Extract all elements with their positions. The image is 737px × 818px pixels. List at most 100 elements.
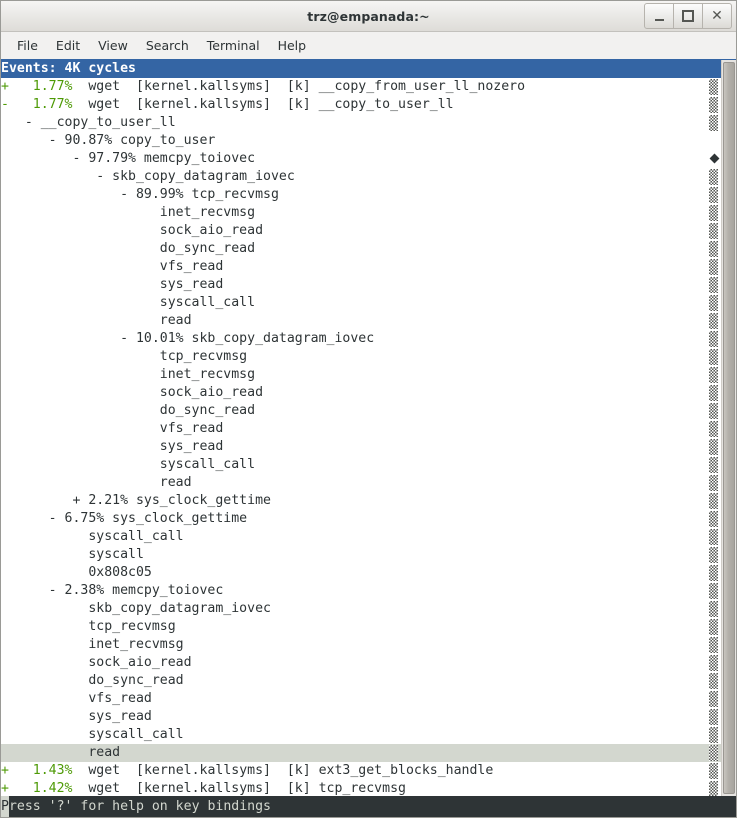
overflow-dither-icon <box>709 583 718 599</box>
window-title: trz@empanada:~ <box>307 8 430 24</box>
terminal-row[interactable]: do_sync_read <box>1 240 707 258</box>
overflow-cell <box>707 528 721 546</box>
overflow-dither-icon <box>709 529 718 545</box>
terminal-row[interactable]: inet_recvmsg <box>1 636 707 654</box>
terminal-row[interactable]: syscall_call <box>1 294 707 312</box>
symbol-text: syscall_call <box>1 727 184 742</box>
terminal-row[interactable]: - 6.75% sys_clock_gettime <box>1 510 707 528</box>
menu-item-terminal[interactable]: Terminal <box>198 35 269 56</box>
terminal-row[interactable]: skb_copy_datagram_iovec <box>1 600 707 618</box>
menu-item-edit[interactable]: Edit <box>47 35 89 56</box>
terminal-row[interactable]: - 89.99% tcp_recvmsg <box>1 186 707 204</box>
expand-marker[interactable]: + <box>1 79 9 94</box>
terminal-row[interactable]: sock_aio_read <box>1 384 707 402</box>
terminal-row[interactable]: vfs_read <box>1 420 707 438</box>
terminal-screen[interactable]: Events: 4K cycles + 1.77% wget [kernel.ka… <box>1 60 707 796</box>
overflow-cell <box>707 312 721 330</box>
terminal-row[interactable]: + 1.42% wget [kernel.kallsyms] [k] tcp_r… <box>1 780 707 796</box>
overflow-cell <box>707 168 721 186</box>
overhead-percent: 1.77% <box>8 97 73 112</box>
symbol-text: sock_aio_read <box>1 385 264 400</box>
terminal-row[interactable]: inet_recvmsg <box>1 366 707 384</box>
overflow-cell <box>707 114 721 132</box>
symbol-text: inet_recvmsg <box>1 205 256 220</box>
terminal-row[interactable]: tcp_recvmsg <box>1 348 707 366</box>
terminal-row[interactable]: - 97.79% memcpy_toiovec <box>1 150 707 168</box>
terminal-row-selected[interactable]: read <box>1 744 707 762</box>
overflow-cell <box>707 672 721 690</box>
overflow-dither-icon <box>709 439 718 455</box>
terminal-row[interactable]: - 10.01% skb_copy_datagram_iovec <box>1 330 707 348</box>
symbol-text: inet_recvmsg <box>1 367 256 382</box>
menu-item-search[interactable]: Search <box>137 35 198 56</box>
terminal-row[interactable]: - 90.87% copy_to_user <box>1 132 707 150</box>
overflow-dither-icon <box>709 349 718 365</box>
minimize-button[interactable] <box>644 3 674 29</box>
terminal-row[interactable]: 0x808c05 <box>1 564 707 582</box>
overflow-cell <box>707 690 721 708</box>
terminal-scrollbar[interactable] <box>721 60 736 796</box>
terminal-row[interactable]: sys_read <box>1 708 707 726</box>
terminal-row[interactable]: - 2.38% memcpy_toiovec <box>1 582 707 600</box>
overflow-cell <box>707 204 721 222</box>
title-bar[interactable]: trz@empanada:~ ✕ <box>1 1 736 32</box>
close-button[interactable]: ✕ <box>702 3 732 29</box>
terminal-row[interactable]: do_sync_read <box>1 402 707 420</box>
menu-item-help[interactable]: Help <box>269 35 316 56</box>
terminal-row[interactable]: syscall_call <box>1 528 707 546</box>
expand-marker[interactable]: + <box>1 763 9 778</box>
terminal-row[interactable]: sys_read <box>1 438 707 456</box>
close-icon: ✕ <box>711 8 723 24</box>
symbol-text: syscall <box>1 547 144 562</box>
terminal-row[interactable]: syscall <box>1 546 707 564</box>
terminal-row[interactable]: inet_recvmsg <box>1 204 707 222</box>
menu-item-file[interactable]: File <box>8 35 47 56</box>
terminal-row[interactable]: + 2.21% sys_clock_gettime <box>1 492 707 510</box>
overflow-cell <box>707 96 721 114</box>
terminal-row[interactable]: sys_read <box>1 276 707 294</box>
overflow-dither-icon <box>709 457 718 473</box>
symbol-text: wget [kernel.kallsyms] [k] __copy_to_use… <box>72 97 454 112</box>
overflow-cell <box>707 780 721 796</box>
terminal-row[interactable]: vfs_read <box>1 258 707 276</box>
overflow-dither-icon <box>709 691 718 707</box>
terminal-row[interactable]: + 1.43% wget [kernel.kallsyms] [k] ext3_… <box>1 762 707 780</box>
terminal-row[interactable]: do_sync_read <box>1 672 707 690</box>
terminal-row[interactable]: sock_aio_read <box>1 654 707 672</box>
terminal-row[interactable]: read <box>1 474 707 492</box>
overflow-dither-icon <box>709 709 718 725</box>
overflow-dither-icon <box>709 619 718 635</box>
terminal-row[interactable]: sock_aio_read <box>1 222 707 240</box>
overflow-cell <box>707 366 721 384</box>
terminal-row[interactable]: + 1.77% wget [kernel.kallsyms] [k] __cop… <box>1 78 707 96</box>
overflow-dither-icon <box>709 547 718 563</box>
terminal-row[interactable]: - 1.77% wget [kernel.kallsyms] [k] __cop… <box>1 96 707 114</box>
terminal-row[interactable]: syscall_call <box>1 456 707 474</box>
overflow-cell <box>707 438 721 456</box>
symbol-text: read <box>1 475 192 490</box>
terminal-row[interactable]: - skb_copy_datagram_iovec <box>1 168 707 186</box>
symbol-text: - __copy_to_user_ll <box>1 115 176 130</box>
terminal-row[interactable]: syscall_call <box>1 726 707 744</box>
scrollbar-thumb[interactable] <box>723 62 735 794</box>
overflow-dither-icon <box>709 673 718 689</box>
maximize-button[interactable] <box>673 3 703 29</box>
maximize-icon <box>682 10 694 22</box>
symbol-text: wget [kernel.kallsyms] [k] ext3_get_bloc… <box>72 763 494 778</box>
overflow-cell <box>707 132 721 150</box>
overflow-cell <box>707 600 721 618</box>
overflow-cell <box>707 564 721 582</box>
symbol-text: sys_read <box>1 439 224 454</box>
terminal-row[interactable]: read <box>1 312 707 330</box>
collapse-marker[interactable]: - <box>1 97 9 112</box>
expand-marker[interactable]: + <box>1 781 9 796</box>
terminal-row[interactable]: tcp_recvmsg <box>1 618 707 636</box>
overflow-cell <box>707 186 721 204</box>
menu-item-view[interactable]: View <box>89 35 137 56</box>
terminal-row[interactable]: - __copy_to_user_ll <box>1 114 707 132</box>
menu-bar: File Edit View Search Terminal Help <box>1 32 736 60</box>
symbol-text: skb_copy_datagram_iovec <box>1 601 271 616</box>
terminal-row[interactable]: vfs_read <box>1 690 707 708</box>
terminal-cursor: P <box>1 796 9 817</box>
overflow-cell <box>707 60 721 78</box>
